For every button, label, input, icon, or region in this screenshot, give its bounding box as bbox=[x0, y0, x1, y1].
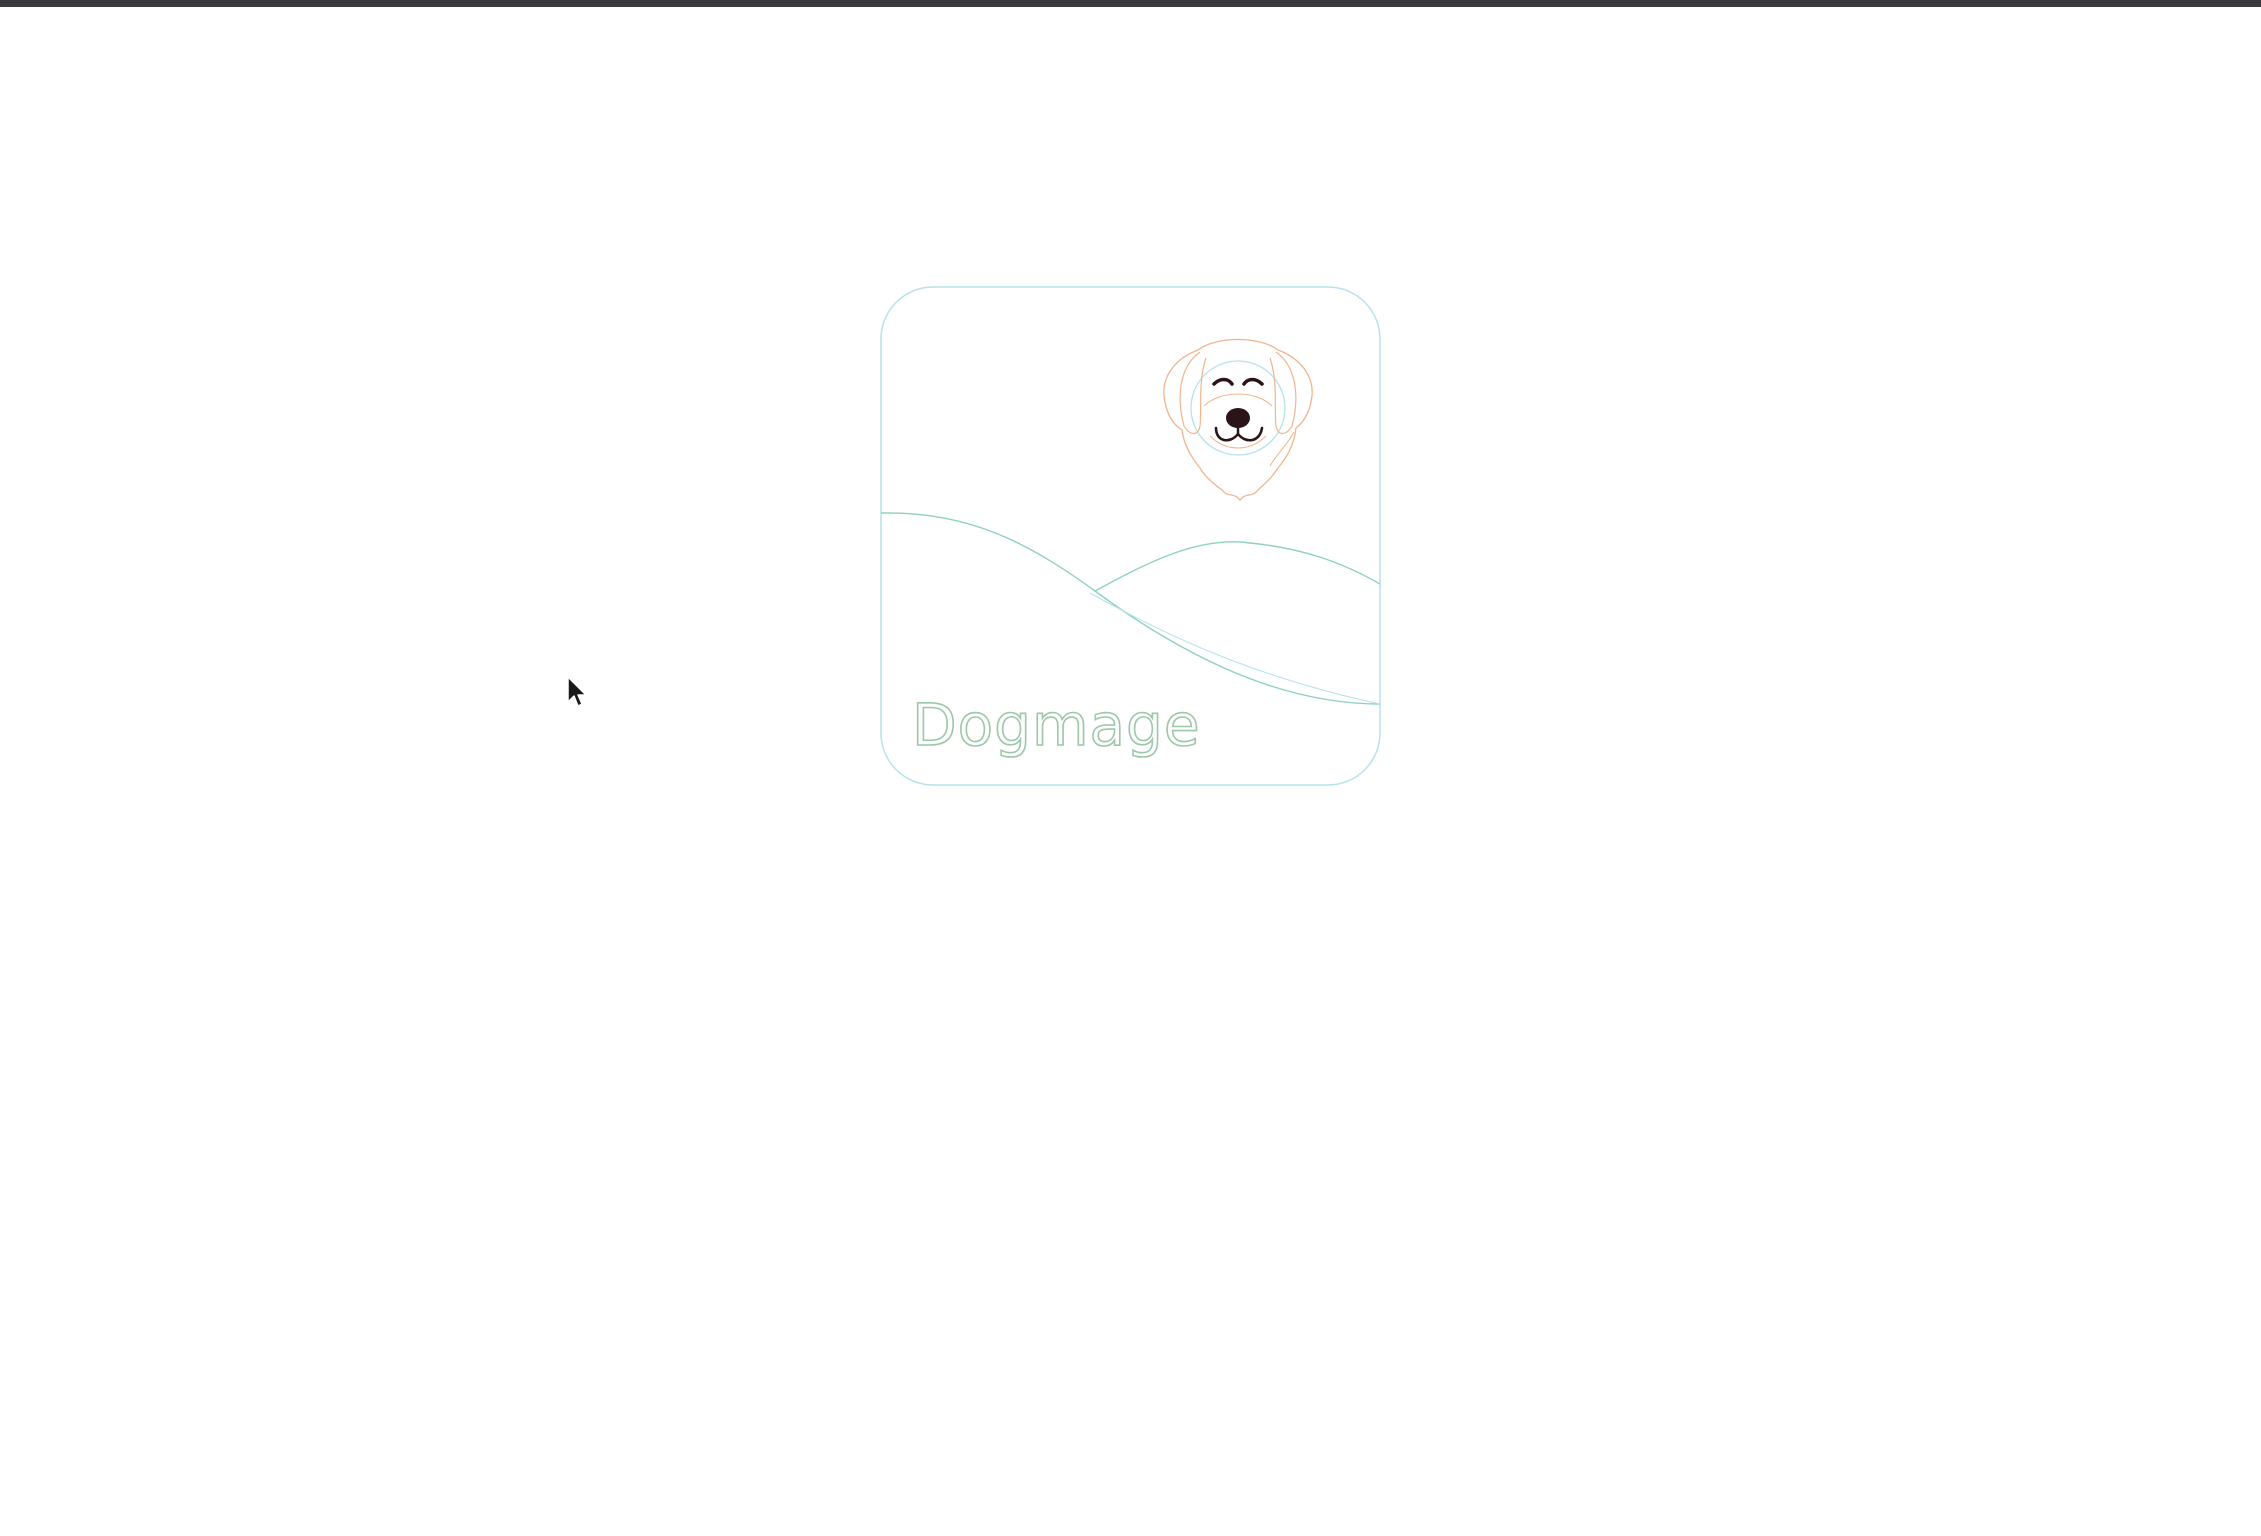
dog-head-icon bbox=[1163, 338, 1313, 502]
dogmage-logo: Dogmage bbox=[880, 286, 1381, 786]
hills-outline bbox=[880, 512, 1381, 705]
logo-artwork: Dogmage bbox=[880, 286, 1381, 786]
logo-wordmark: Dogmage bbox=[912, 691, 1201, 759]
arrow-cursor-icon bbox=[567, 676, 587, 707]
window-top-bar bbox=[0, 0, 2261, 7]
canvas: Dogmage bbox=[0, 7, 2261, 1536]
